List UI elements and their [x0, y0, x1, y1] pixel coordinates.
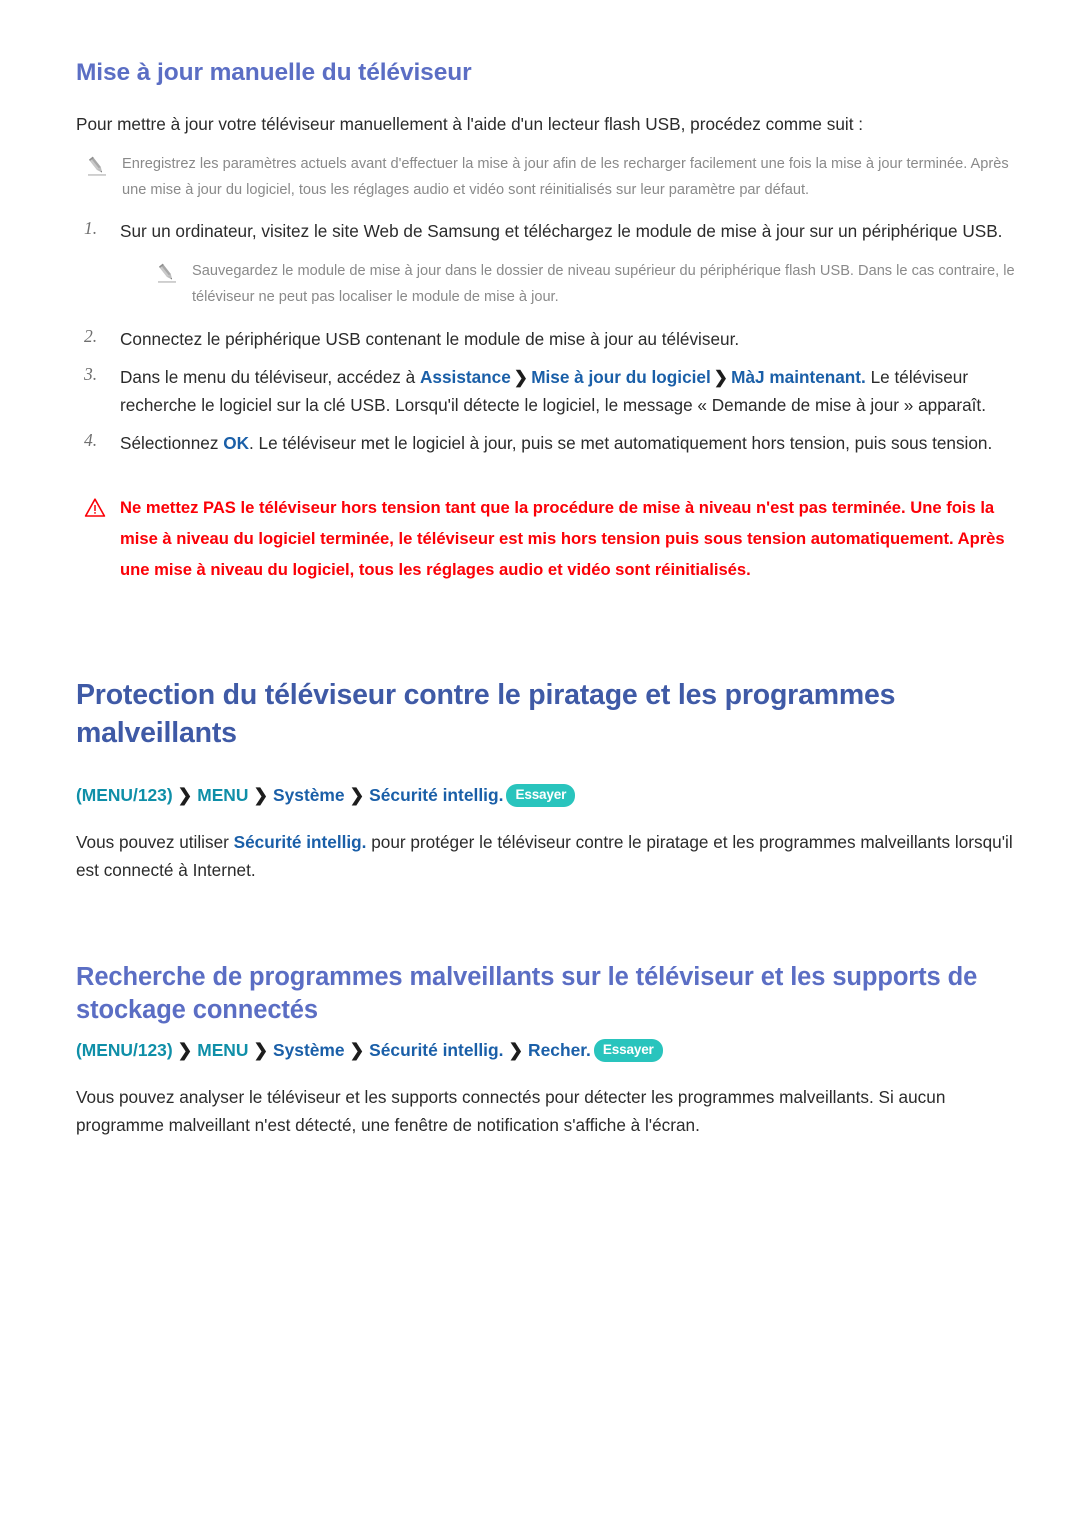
menu-link-mise-a-jour-logiciel[interactable]: Mise à jour du logiciel — [531, 367, 711, 387]
menu-item-systeme[interactable]: Système — [273, 785, 345, 805]
chevron-right-icon: ❯ — [349, 1039, 365, 1060]
step-item-4: 4. Sélectionnez OK. Le téléviseur met le… — [76, 430, 1016, 458]
paragraph-prefix: Vous pouvez utiliser — [76, 831, 234, 852]
menu-item-menu[interactable]: MENU — [197, 1040, 248, 1060]
chevron-right-icon: ❯ — [177, 784, 193, 805]
chevron-right-icon: ❯ — [513, 367, 529, 388]
step-text-prefix: Dans le menu du téléviseur, accédez à — [120, 367, 421, 388]
intro-paragraph: Pour mettre à jour votre téléviseur manu… — [76, 113, 864, 134]
step-text: Connectez le périphérique USB contenant … — [120, 329, 740, 350]
menu-item-systeme[interactable]: Système — [273, 1040, 345, 1060]
note-text: Enregistrez les paramètres actuels avant… — [122, 156, 1009, 199]
page-title: Mise à jour manuelle du téléviseur — [76, 59, 472, 86]
step-number: 1. — [84, 217, 98, 238]
document-content: Mise à jour manuelle du téléviseur Pour … — [76, 58, 1016, 1154]
menu-link-ok[interactable]: OK — [223, 433, 249, 453]
try-now-badge[interactable]: Essayer — [506, 783, 576, 807]
warning-text: Ne mettez PAS le téléviseur hors tension… — [120, 497, 1005, 580]
chevron-right-icon: ❯ — [349, 784, 365, 805]
note-text: Sauvegardez le module de mise à jour dan… — [192, 263, 1015, 305]
menu-path-security: (MENU/123) ❯ MENU ❯ Système ❯ Sécurité intelli… — [76, 782, 1016, 809]
chevron-right-icon: ❯ — [508, 1039, 524, 1060]
step-text: Dans le menu du téléviseur, accédez à As… — [120, 367, 986, 415]
document-page: Mise à jour manuelle du téléviseur Pour … — [0, 0, 1080, 1527]
step-item-2: 2. Connectez le périphérique USB contena… — [76, 326, 1016, 354]
step-number: 4. — [84, 430, 98, 451]
chevron-right-icon: ❯ — [253, 1039, 269, 1060]
section-title-protection: Protection du téléviseur contre le pirat… — [76, 679, 896, 749]
step-number: 2. — [84, 326, 98, 347]
step-item-3: 3. Dans le menu du téléviseur, accédez à… — [76, 364, 1016, 420]
step-text: Sélectionnez OK. Le téléviseur met le lo… — [120, 433, 992, 453]
menu-item-menu[interactable]: MENU — [197, 785, 248, 805]
pencil-icon — [86, 155, 108, 177]
step-text-suffix: . Le téléviseur met le logiciel à jour, … — [248, 433, 993, 454]
step-text-prefix: Sélectionnez — [120, 433, 224, 454]
menu-item-menu123[interactable]: (MENU/123) — [76, 785, 173, 805]
menu-path-scan: (MENU/123) ❯ MENU ❯ Système ❯ Sécurité intelli… — [76, 1037, 1016, 1064]
note-block-2: Sauvegardez le module de mise à jour dan… — [120, 259, 1016, 310]
section3-paragraph: Vous pouvez analyser le téléviseur et le… — [76, 1087, 946, 1136]
note-block-1: Enregistrez les paramètres actuels avant… — [76, 152, 1016, 203]
chevron-right-icon: ❯ — [713, 367, 729, 388]
menu-link-maj-maintenant[interactable]: MàJ maintenant. — [731, 367, 866, 387]
menu-item-securite-intellig[interactable]: Sécurité intellig. — [369, 785, 503, 805]
try-now-badge[interactable]: Essayer — [593, 1038, 663, 1063]
chevron-right-icon: ❯ — [177, 1039, 193, 1060]
menu-item-securite-intellig[interactable]: Sécurité intellig. — [369, 1040, 503, 1060]
inline-link-securite-intellig[interactable]: Sécurité intellig. — [234, 832, 367, 852]
step-text: Sur un ordinateur, visitez le site Web d… — [120, 220, 1003, 241]
pencil-icon — [156, 262, 178, 284]
warning-block: Ne mettez PAS le téléviseur hors tension… — [76, 492, 1016, 586]
step-item-1: 1. Sur un ordinateur, visitez le site We… — [76, 218, 1016, 311]
step-number: 3. — [84, 364, 98, 385]
menu-link-assistance[interactable]: Assistance — [420, 367, 511, 387]
chevron-right-icon: ❯ — [253, 784, 269, 805]
section-title-recherche: Recherche de programmes malveillants sur… — [76, 962, 978, 1024]
warning-triangle-icon — [84, 497, 106, 519]
menu-item-menu123[interactable]: (MENU/123) — [76, 1040, 173, 1060]
steps-list: 1. Sur un ordinateur, visitez le site We… — [76, 218, 1016, 458]
menu-item-recher[interactable]: Recher. — [528, 1040, 591, 1060]
section2-paragraph: Vous pouvez utiliser Sécurité intellig. … — [76, 829, 1016, 885]
